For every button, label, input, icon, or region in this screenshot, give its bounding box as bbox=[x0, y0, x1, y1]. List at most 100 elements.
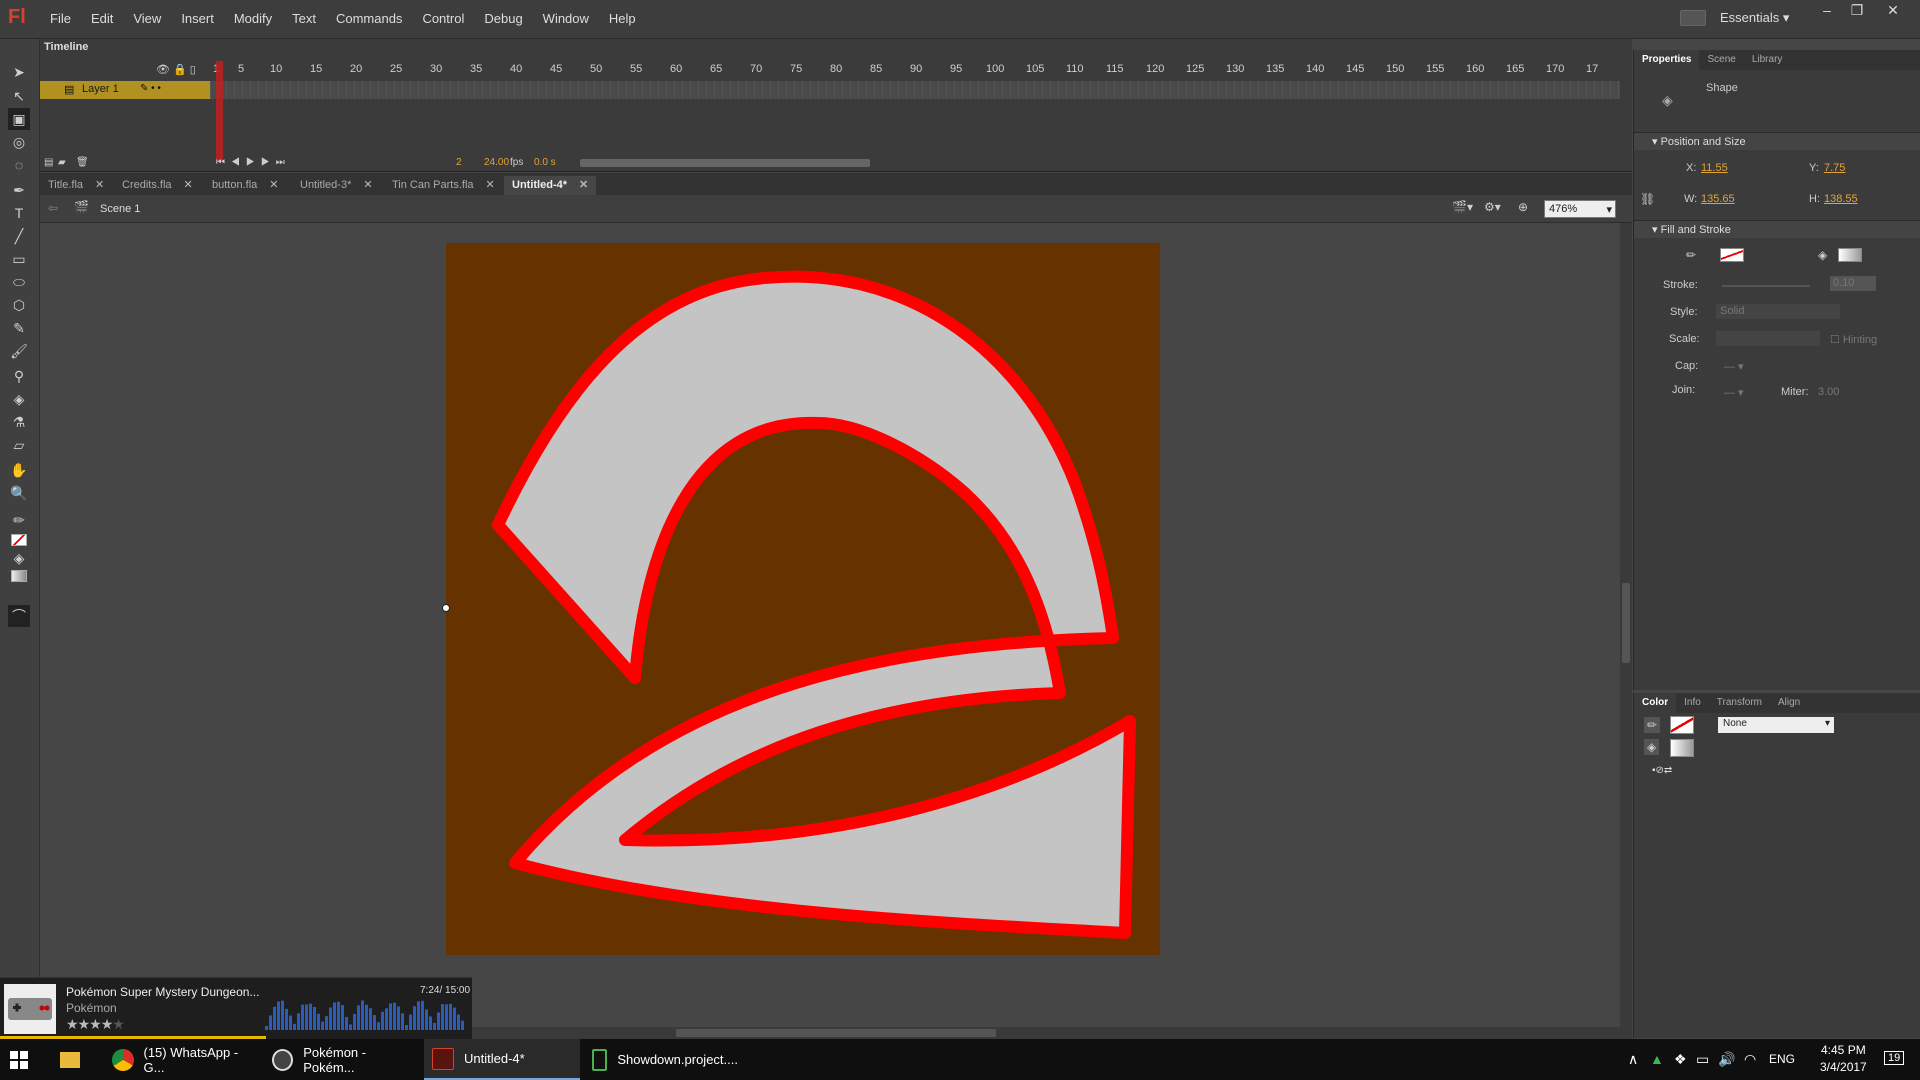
start-button[interactable] bbox=[10, 1039, 40, 1080]
tab-info[interactable]: Info bbox=[1676, 693, 1709, 713]
section-position-size[interactable]: ▾ Position and Size bbox=[1634, 132, 1920, 150]
close-tab-icon[interactable]: ✕ bbox=[486, 179, 495, 191]
rectangle-tool-icon[interactable]: ▭ bbox=[8, 248, 30, 270]
w-value[interactable]: 135.65 bbox=[1701, 193, 1735, 205]
volume-icon[interactable]: 🔊 bbox=[1718, 1051, 1735, 1068]
doc-tab[interactable]: Credits.fla ✕ bbox=[114, 176, 201, 195]
fill-swatch[interactable] bbox=[1670, 739, 1694, 757]
3d-rotation-tool-icon[interactable]: ◎ bbox=[8, 131, 30, 153]
menu-modify[interactable]: Modify bbox=[224, 11, 282, 26]
free-transform-tool-icon[interactable]: ▣ bbox=[8, 108, 30, 130]
bone-tool-icon[interactable]: ⚲ bbox=[8, 365, 30, 387]
join-select[interactable]: — ▾ bbox=[1724, 386, 1744, 399]
hand-tool-icon[interactable]: ✋ bbox=[8, 459, 30, 481]
menu-view[interactable]: View bbox=[123, 11, 171, 26]
close-tab-icon[interactable]: ✕ bbox=[184, 179, 193, 191]
notification-count[interactable]: 19 bbox=[1884, 1051, 1905, 1065]
current-frame[interactable]: 2 bbox=[456, 157, 462, 168]
transform-point-handle[interactable] bbox=[442, 604, 450, 612]
doc-tab-active[interactable]: Untitled-4* ✕ bbox=[504, 176, 597, 195]
cap-select[interactable]: — ▾ bbox=[1724, 360, 1744, 373]
timeline-tab[interactable]: Timeline bbox=[44, 41, 88, 53]
taskbar-item-active[interactable]: Untitled-4* bbox=[424, 1039, 580, 1080]
close-tab-icon[interactable]: ✕ bbox=[269, 179, 278, 191]
zoom-select[interactable]: 476% ▾ bbox=[1544, 200, 1616, 218]
color-type-select[interactable]: None ▾ bbox=[1718, 717, 1834, 733]
frame-rate[interactable]: 24.00 bbox=[484, 157, 509, 168]
close-tab-icon[interactable]: ✕ bbox=[363, 179, 372, 191]
tab-transform[interactable]: Transform bbox=[1709, 693, 1770, 713]
tab-properties[interactable]: Properties bbox=[1634, 50, 1700, 70]
file-explorer-icon[interactable] bbox=[60, 1039, 90, 1080]
menu-window[interactable]: Window bbox=[533, 11, 599, 26]
sync-settings-icon[interactable] bbox=[1680, 10, 1706, 26]
menu-text[interactable]: Text bbox=[282, 11, 326, 26]
playhead[interactable] bbox=[216, 61, 223, 161]
stage-area[interactable] bbox=[40, 223, 1618, 1028]
timeline-hscroll[interactable] bbox=[580, 159, 870, 167]
pen-tool-icon[interactable]: ✒ bbox=[8, 179, 30, 201]
eyedropper-tool-icon[interactable]: ⚗ bbox=[8, 411, 30, 433]
rating-star[interactable]: ★ bbox=[101, 1016, 114, 1032]
delete-layer-icon[interactable]: 🗑 bbox=[76, 157, 89, 168]
minimize-button[interactable]: – bbox=[1812, 2, 1842, 22]
stroke-slider[interactable] bbox=[1722, 285, 1810, 287]
brush-tool-icon[interactable]: 🖌 bbox=[8, 340, 30, 362]
menu-commands[interactable]: Commands bbox=[326, 11, 412, 26]
doc-tab[interactable]: Untitled-3* ✕ bbox=[292, 176, 381, 195]
doc-tab[interactable]: button.fla ✕ bbox=[204, 176, 286, 195]
menu-control[interactable]: Control bbox=[412, 11, 474, 26]
menu-file[interactable]: File bbox=[40, 11, 81, 26]
taskbar-item[interactable]: Showdown.project.... bbox=[588, 1039, 738, 1080]
fill-swatch-icon[interactable] bbox=[8, 565, 30, 587]
taskbar-item[interactable]: (15) WhatsApp - G... bbox=[108, 1039, 260, 1080]
fill-color-icon[interactable]: ◈ bbox=[1644, 739, 1660, 755]
menu-debug[interactable]: Debug bbox=[474, 11, 532, 26]
stroke-color-swatch[interactable] bbox=[1720, 248, 1744, 262]
doc-tab[interactable]: Tin Can Parts.fla ✕ bbox=[384, 176, 503, 195]
center-stage-icon[interactable]: ⊕ bbox=[1518, 200, 1528, 214]
tab-align[interactable]: Align bbox=[1770, 693, 1808, 713]
x-value[interactable]: 11.55 bbox=[1701, 162, 1728, 174]
stage-vscroll[interactable] bbox=[1620, 223, 1632, 1028]
text-tool-icon[interactable]: T bbox=[8, 202, 30, 224]
menu-insert[interactable]: Insert bbox=[171, 11, 224, 26]
workspace-switcher[interactable]: Essentials ▾ bbox=[1720, 10, 1789, 26]
back-arrow-icon[interactable]: ⇦ bbox=[48, 201, 58, 215]
selection-tool-icon[interactable]: ➤ bbox=[8, 61, 30, 83]
language-indicator[interactable]: ENG bbox=[1769, 1052, 1795, 1066]
hinting-checkbox[interactable]: ☐ Hinting bbox=[1830, 333, 1877, 346]
outline-icon[interactable]: ▯ bbox=[190, 64, 196, 76]
new-folder-icon[interactable]: ▰ bbox=[58, 157, 66, 168]
subselection-tool-icon[interactable]: ↖ bbox=[8, 85, 30, 107]
vscroll-thumb[interactable] bbox=[1622, 583, 1630, 663]
tab-library[interactable]: Library bbox=[1744, 50, 1791, 70]
playback-controls[interactable]: ⏮◀▶▶⏭ bbox=[216, 157, 291, 168]
rating-star[interactable]: ★ bbox=[112, 1016, 125, 1032]
menu-edit[interactable]: Edit bbox=[81, 11, 123, 26]
eye-icon[interactable]: 👁 bbox=[156, 64, 170, 76]
polystar-tool-icon[interactable]: ⬡ bbox=[8, 294, 30, 316]
h-value[interactable]: 138.55 bbox=[1824, 193, 1858, 205]
close-window-button[interactable]: ✕ bbox=[1878, 2, 1908, 22]
battery-icon[interactable]: ▭ bbox=[1696, 1051, 1709, 1068]
pencil-tool-icon[interactable]: ✎ bbox=[8, 317, 30, 339]
close-tab-icon[interactable]: ✕ bbox=[95, 179, 104, 191]
dropbox-icon[interactable]: ❖ bbox=[1674, 1051, 1687, 1068]
restore-button[interactable]: ❐ bbox=[1842, 2, 1872, 22]
line-tool-icon[interactable]: ╱ bbox=[8, 225, 30, 247]
edit-symbols-icon[interactable]: ⚙▾ bbox=[1484, 200, 1501, 214]
stroke-value[interactable]: 0.10 bbox=[1830, 276, 1876, 291]
eraser-tool-icon[interactable]: ▱ bbox=[8, 434, 30, 456]
drive-icon[interactable]: ▲ bbox=[1650, 1051, 1664, 1067]
edit-scene-icon[interactable]: 🎬▾ bbox=[1452, 200, 1473, 214]
miter-value[interactable]: 3.00 bbox=[1818, 386, 1839, 398]
style-select[interactable]: Solid bbox=[1716, 304, 1840, 319]
doc-tab[interactable]: Title.fla ✕ bbox=[40, 176, 112, 195]
rating-star[interactable]: ★ bbox=[78, 1016, 91, 1032]
swap-colors-icon[interactable]: ▪⊘⇄ bbox=[1652, 765, 1672, 776]
rating-star[interactable]: ★ bbox=[66, 1016, 79, 1032]
taskbar-item[interactable]: Pokémon - Pokém... bbox=[268, 1039, 416, 1080]
stroke-color-icon[interactable]: ✏ bbox=[1644, 717, 1661, 733]
zoom-tool-icon[interactable]: 🔍 bbox=[8, 482, 30, 504]
